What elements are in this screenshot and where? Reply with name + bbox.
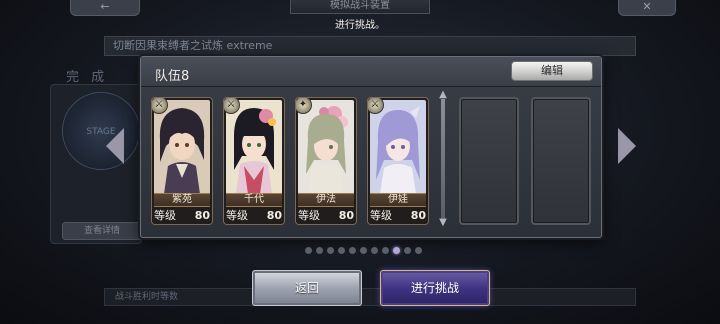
level-row: 等级 80 <box>298 208 354 224</box>
back-button[interactable]: 返回 <box>252 270 362 306</box>
character-card-2[interactable]: ⚔ 千代 等级 80 <box>223 97 285 225</box>
level-value: 80 <box>410 209 426 222</box>
pager-dot[interactable] <box>360 247 367 254</box>
start-challenge-button[interactable]: 进行挑战 <box>380 270 490 306</box>
level-label: 等级 <box>370 209 392 222</box>
pager-dot[interactable] <box>371 247 378 254</box>
character-name: 伊娃 <box>370 193 426 207</box>
details-button: 查看详情 <box>62 222 142 240</box>
pager-dot[interactable] <box>349 247 356 254</box>
character-card-1[interactable]: ⚔ 紫苑 等级 80 <box>151 97 213 225</box>
pager-dot[interactable] <box>338 247 345 254</box>
level-row: 等级 80 <box>370 208 426 224</box>
level-row: 等级 80 <box>226 208 282 224</box>
character-portrait <box>298 100 354 194</box>
next-team-arrow-icon[interactable] <box>618 128 636 164</box>
support-divider <box>441 99 445 219</box>
level-label: 等级 <box>298 209 320 222</box>
pager-dot[interactable] <box>305 247 312 254</box>
pager-dot[interactable] <box>404 247 411 254</box>
character-portrait <box>154 100 210 194</box>
team-title: 队伍8 <box>155 69 190 84</box>
level-value: 80 <box>266 209 282 222</box>
complete-label: 完 成 <box>66 70 109 85</box>
team-panel: 队伍8 编辑 ⚔ 紫苑 等级 80 ⚔ 千代 等级 80 ✦ 伊法 等级 80 … <box>140 56 602 238</box>
close-button: ✕ <box>618 0 676 16</box>
level-value: 80 <box>338 209 354 222</box>
character-portrait <box>226 100 282 194</box>
pager-dot[interactable] <box>316 247 323 254</box>
pager-dot[interactable] <box>327 247 334 254</box>
character-card-4[interactable]: ⚔ 伊娃 等级 80 <box>367 97 429 225</box>
edit-team-button[interactable]: 编辑 <box>511 61 593 81</box>
screen-subtitle: 进行挑战。 <box>335 20 385 31</box>
level-label: 等级 <box>226 209 248 222</box>
character-card-3[interactable]: ✦ 伊法 等级 80 <box>295 97 357 225</box>
pager-dot[interactable] <box>393 247 400 254</box>
character-portrait <box>370 100 426 194</box>
character-name: 千代 <box>226 193 282 207</box>
empty-support-slot-2[interactable] <box>531 97 591 225</box>
divider-down-arrow-icon: ▼ <box>439 217 447 228</box>
pager-dot[interactable] <box>415 247 422 254</box>
empty-support-slot-1[interactable] <box>459 97 519 225</box>
level-row: 等级 80 <box>154 208 210 224</box>
level-value: 80 <box>194 209 210 222</box>
prev-team-arrow-icon[interactable] <box>106 128 124 164</box>
back-arrow-button: ← <box>70 0 140 16</box>
level-label: 等级 <box>154 209 176 222</box>
character-name: 紫苑 <box>154 193 210 207</box>
team-panel-header: 队伍8 编辑 <box>141 57 601 87</box>
pager-dot[interactable] <box>382 247 389 254</box>
screen-title: 模拟战斗装置 <box>290 0 430 14</box>
stage-emblem: STAGE <box>62 92 140 170</box>
battle-info-bar: 战斗胜利时等数 <box>104 288 636 306</box>
character-name: 伊法 <box>298 193 354 207</box>
quest-name-bar: 切断因果束缚者之试炼 extreme <box>104 36 636 56</box>
